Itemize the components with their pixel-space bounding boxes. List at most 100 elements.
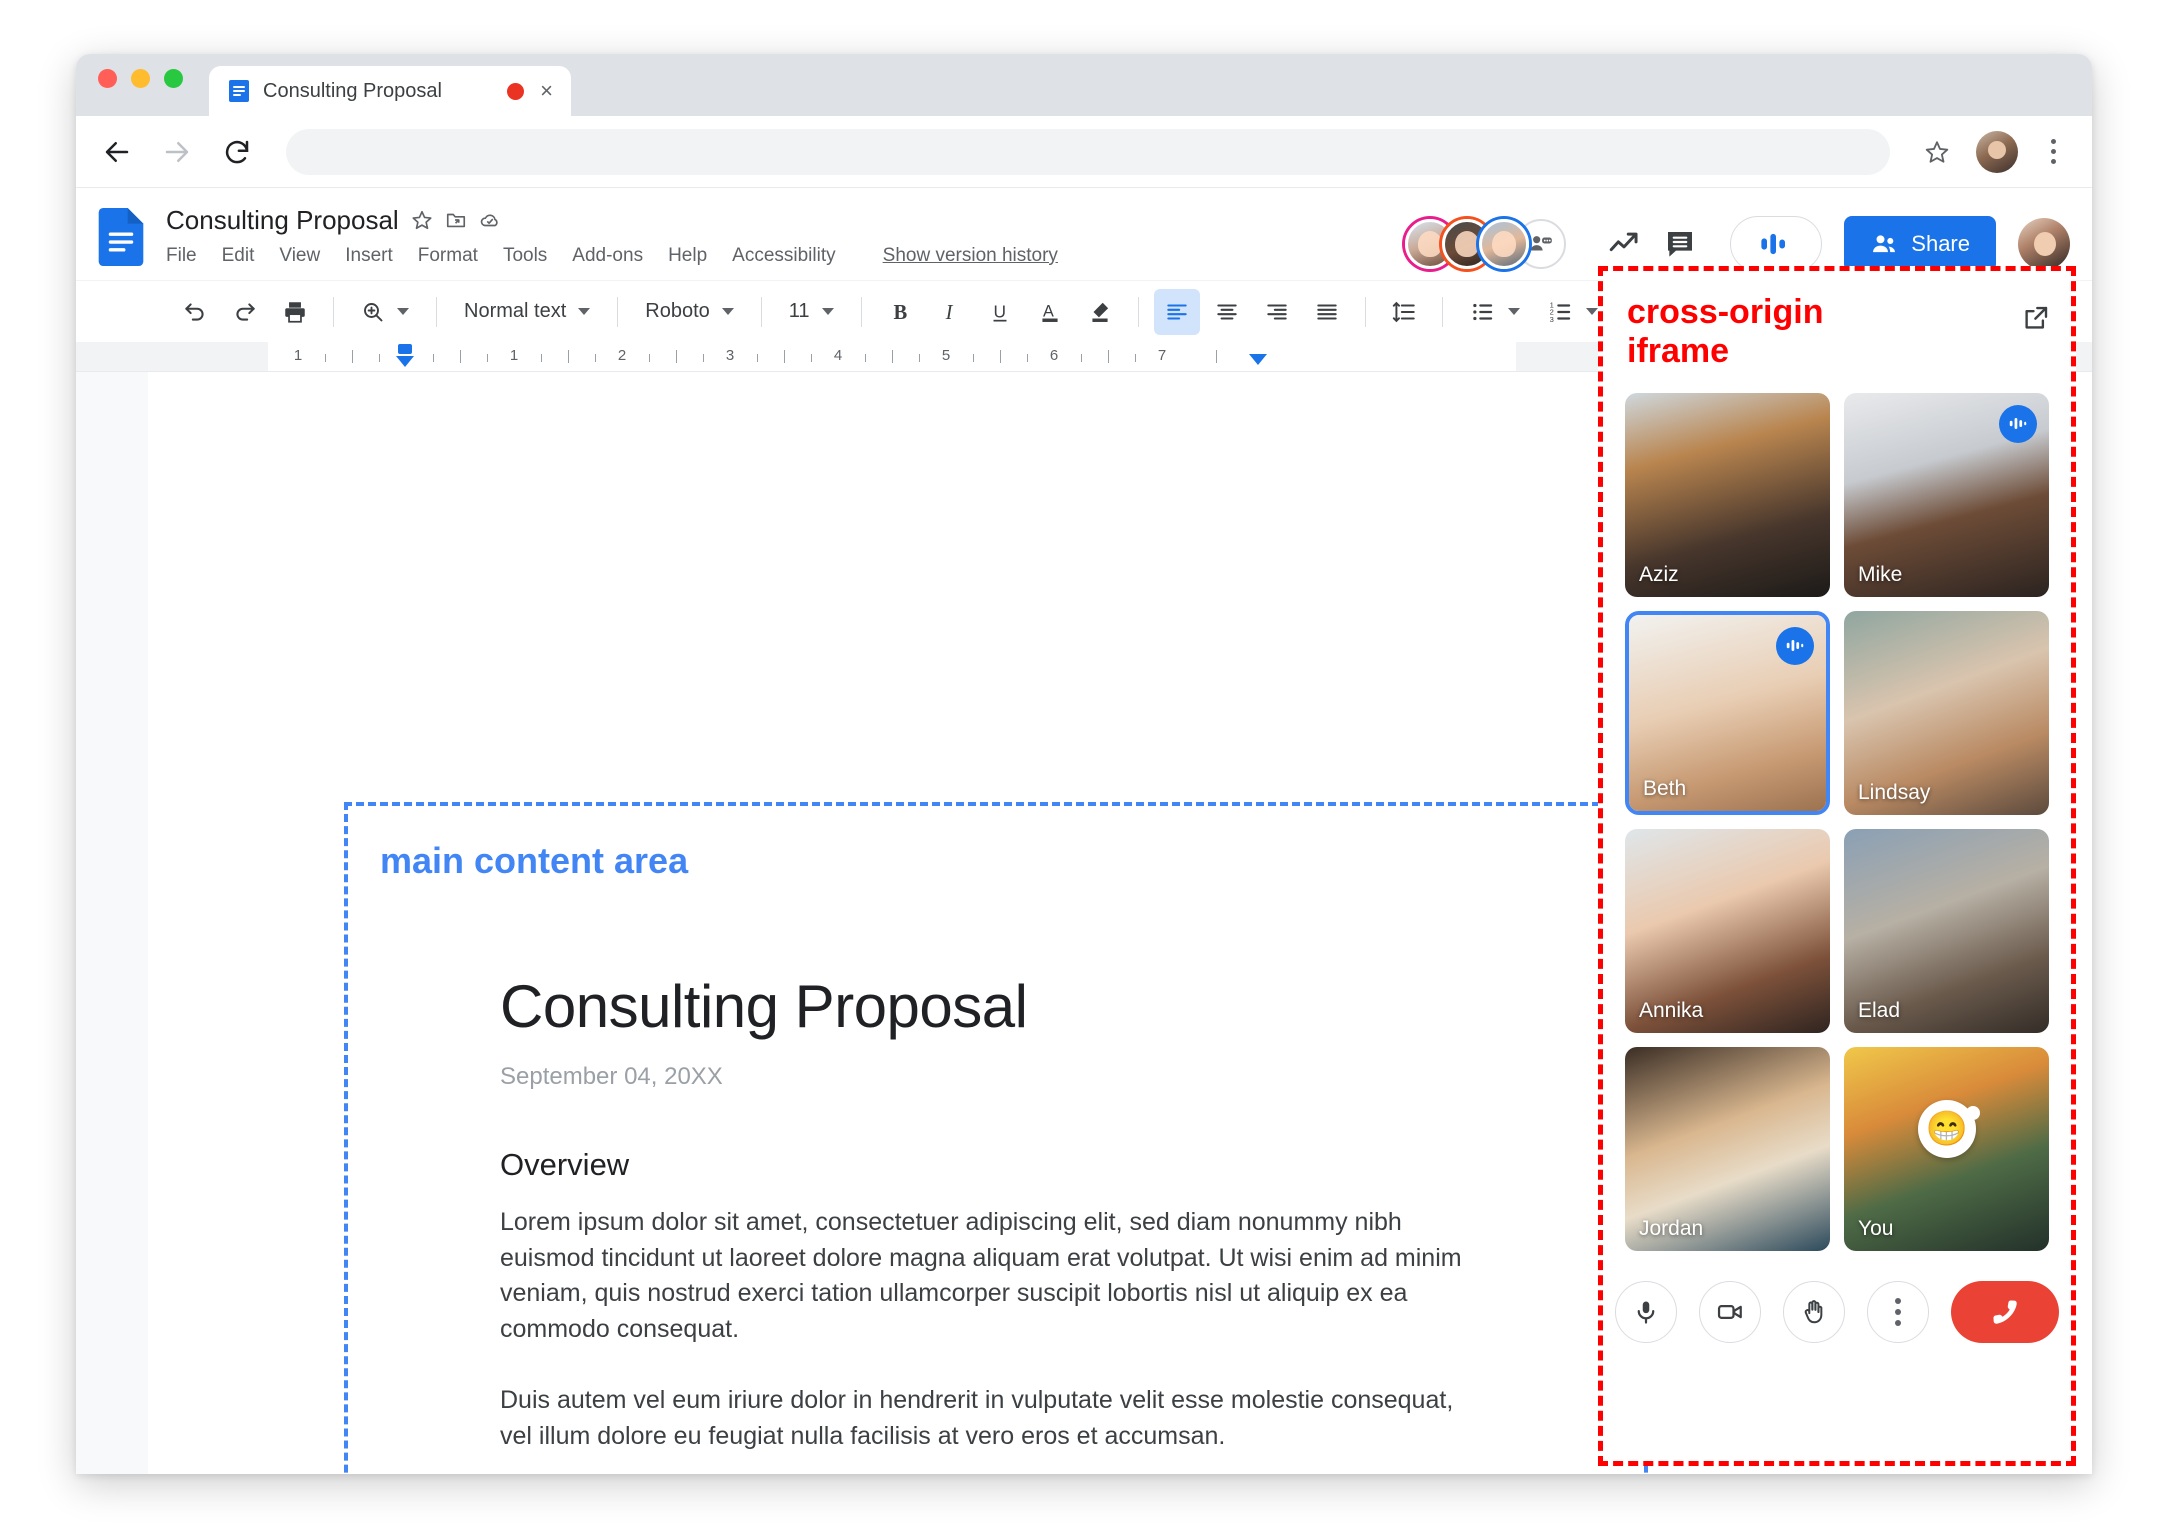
undo-icon[interactable] (172, 289, 218, 335)
minimize-window-button[interactable] (131, 68, 150, 88)
collaborator-avatars (1405, 219, 1567, 269)
zoom-select[interactable] (349, 291, 421, 333)
hang-up-button[interactable] (1951, 1280, 2059, 1343)
move-to-folder-icon[interactable] (445, 209, 467, 231)
microphone-button[interactable] (1615, 1280, 1677, 1343)
first-line-indent-marker[interactable] (396, 356, 414, 367)
toolbar-divider (860, 296, 862, 327)
browser-profile-avatar[interactable] (1976, 130, 2018, 173)
toolbar-divider (436, 296, 437, 327)
cloud-saved-icon[interactable] (479, 209, 501, 231)
align-right-button[interactable] (1254, 289, 1300, 335)
speaking-indicator-icon (1776, 626, 1814, 665)
more-options-button[interactable] (1867, 1280, 1929, 1343)
bold-button[interactable]: B (877, 289, 923, 335)
menu-tools[interactable]: Tools (503, 245, 547, 267)
toolbar-divider (760, 296, 762, 327)
docs-menubar: File Edit View Insert Format Tools Add-o… (166, 240, 1405, 272)
people-icon (1873, 235, 1896, 253)
reload-icon[interactable] (218, 133, 256, 171)
participant-tile[interactable]: Annika (1625, 828, 1830, 1033)
line-spacing-button[interactable] (1381, 289, 1427, 335)
menu-add-ons[interactable]: Add-ons (572, 245, 643, 267)
share-button[interactable]: Share (1844, 216, 1996, 272)
participant-tile[interactable]: Mike (1844, 392, 2049, 597)
font-size-select[interactable]: 11 (777, 291, 846, 333)
print-icon[interactable] (272, 289, 318, 335)
show-version-history-link[interactable]: Show version history (883, 245, 1058, 267)
ruler-number: 2 (617, 347, 627, 364)
menu-edit[interactable]: Edit (222, 245, 255, 267)
browser-tab-title: Consulting Proposal (263, 79, 442, 102)
align-justify-button[interactable] (1304, 289, 1350, 335)
bulleted-list-icon (1472, 303, 1492, 320)
participant-tile[interactable]: Beth (1625, 610, 1830, 815)
maximize-window-button[interactable] (164, 68, 183, 88)
google-meet-button[interactable] (1730, 216, 1823, 272)
right-indent-marker[interactable] (1249, 354, 1267, 365)
open-in-new-icon[interactable] (2021, 303, 2051, 338)
activity-dashboard-icon[interactable] (1596, 216, 1652, 272)
text-color-button[interactable]: A (1027, 289, 1073, 335)
bulleted-list-select[interactable] (1458, 291, 1532, 333)
highlight-color-button[interactable] (1077, 289, 1123, 335)
align-center-button[interactable] (1204, 289, 1250, 335)
participant-name: Beth (1643, 776, 1687, 800)
star-icon[interactable] (1920, 135, 1954, 169)
svg-text:B: B (893, 302, 907, 324)
video-camera-icon (1717, 1304, 1742, 1319)
participant-tile[interactable]: Aziz (1625, 392, 1830, 597)
close-window-button[interactable] (98, 68, 117, 88)
participant-tile[interactable]: 😁 You (1844, 1046, 2049, 1251)
menu-help[interactable]: Help (668, 245, 707, 267)
avatar[interactable] (1479, 219, 1530, 269)
ruler-number: 4 (833, 347, 843, 364)
menu-format[interactable]: Format (418, 245, 478, 267)
raise-hand-button[interactable] (1783, 1280, 1845, 1343)
menu-accessibility[interactable]: Accessibility (732, 245, 835, 267)
paragraph: Duis autem vel eum iriure dolor in hendr… (500, 1386, 1454, 1450)
browser-tab[interactable]: Consulting Proposal × (209, 66, 571, 116)
comment-history-icon[interactable] (1652, 216, 1708, 272)
browser-menu-icon[interactable] (2040, 139, 2066, 164)
mic-icon (1637, 1301, 1655, 1324)
ruler-number: 6 (1049, 347, 1059, 364)
record-dot-icon (507, 82, 525, 100)
raised-hand-icon (1804, 1299, 1823, 1323)
menu-insert[interactable]: Insert (345, 245, 393, 267)
align-left-button[interactable] (1153, 288, 1200, 335)
docs-account-avatar[interactable] (2018, 218, 2070, 270)
menu-file[interactable]: File (166, 245, 197, 267)
document-text[interactable]: Consulting Proposal September 04, 20XX O… (500, 972, 1490, 1474)
star-icon[interactable] (411, 209, 433, 231)
participant-tile[interactable]: Lindsay (1844, 610, 2049, 815)
cross-origin-iframe-label: cross-origin iframe (1627, 293, 1824, 370)
docs-favicon-icon (227, 79, 251, 103)
font-family-select[interactable]: Roboto (633, 291, 746, 333)
participant-tile[interactable]: Jordan (1625, 1046, 1830, 1251)
paragraph-style-select[interactable]: Normal text (452, 291, 602, 333)
close-tab-button[interactable]: × (536, 80, 557, 102)
document-title[interactable]: Consulting Proposal (166, 205, 399, 236)
paragraph-style-value: Normal text (464, 300, 567, 322)
phone-hangup-icon (1993, 1299, 2017, 1324)
forward-arrow-icon[interactable] (158, 133, 196, 171)
docs-logo-icon (98, 208, 144, 266)
camera-button[interactable] (1699, 1280, 1761, 1343)
underline-button[interactable]: U (977, 289, 1023, 335)
address-input[interactable] (286, 128, 1890, 175)
chevron-down-icon (721, 308, 734, 315)
docs-header-actions: Share (1405, 216, 2070, 272)
docs-title-block: Consulting Proposal File Edit View Inser… (166, 202, 1405, 272)
menu-view[interactable]: View (279, 245, 320, 267)
emoji-reaction-icon: 😁 (1917, 1099, 1980, 1158)
left-indent-marker[interactable] (398, 344, 412, 354)
participant-tile[interactable]: Elad (1844, 828, 2049, 1033)
redo-icon[interactable] (222, 289, 268, 335)
back-arrow-icon[interactable] (98, 133, 136, 171)
toolbar-divider (1441, 296, 1443, 327)
chevron-down-icon (578, 308, 591, 315)
browser-omnibar (76, 116, 2092, 188)
chevron-down-icon (1585, 308, 1598, 315)
italic-button[interactable]: I (927, 289, 973, 335)
